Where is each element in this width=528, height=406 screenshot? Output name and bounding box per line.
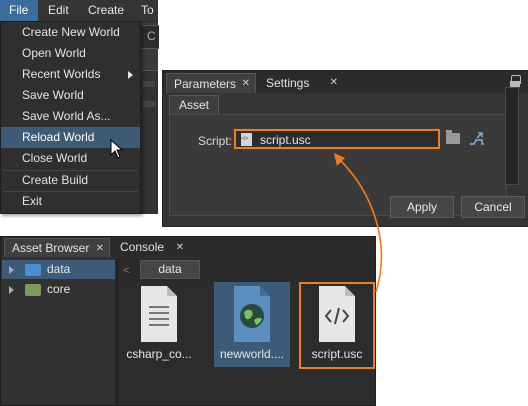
drag-arrow-icon bbox=[334, 153, 383, 293]
